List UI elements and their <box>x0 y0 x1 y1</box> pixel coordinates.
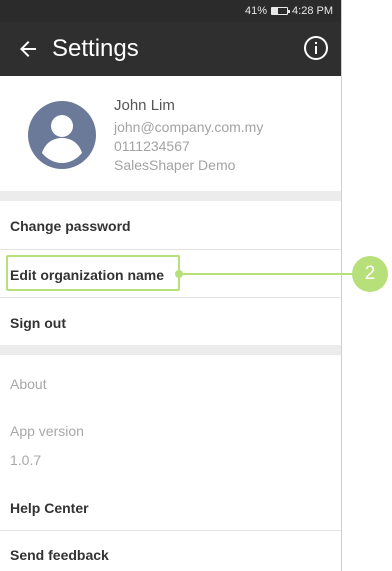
help-center-item[interactable]: Help Center <box>0 484 341 530</box>
app-version-label: App version <box>10 423 84 439</box>
callout-line <box>179 273 354 275</box>
battery-icon <box>271 7 291 15</box>
battery-fill <box>272 8 279 14</box>
app-version-value: 1.0.7 <box>10 452 42 468</box>
highlight-box <box>6 255 180 291</box>
back-arrow-icon[interactable] <box>16 37 40 61</box>
app-toolbar: Settings <box>0 22 341 76</box>
info-icon[interactable] <box>303 35 329 61</box>
send-feedback-item[interactable]: Send feedback <box>0 531 341 571</box>
sign-out-label: Sign out <box>10 315 66 331</box>
profile-organization: SalesShaper Demo <box>114 157 236 173</box>
profile-card: John Lim john@company.com.my 0111234567 … <box>0 76 341 191</box>
change-password-label: Change password <box>10 218 131 234</box>
section-separator <box>0 345 341 355</box>
status-bar: 41% 4:28 PM <box>0 0 341 22</box>
page-title: Settings <box>52 35 139 62</box>
profile-email: john@company.com.my <box>114 119 264 135</box>
callout-dot <box>175 270 183 278</box>
section-separator <box>0 191 341 201</box>
avatar <box>28 101 96 169</box>
send-feedback-label: Send feedback <box>10 547 109 563</box>
about-heading: About <box>10 376 47 392</box>
help-center-label: Help Center <box>10 500 89 516</box>
callout-badge: 2 <box>352 256 388 292</box>
profile-phone: 0111234567 <box>114 138 190 154</box>
status-indicators: 41% 4:28 PM <box>245 5 333 17</box>
clock: 4:28 PM <box>292 5 333 17</box>
battery-percent: 41% <box>245 5 268 17</box>
sign-out-item[interactable]: Sign out <box>0 298 341 345</box>
profile-name: John Lim <box>114 97 175 114</box>
change-password-item[interactable]: Change password <box>0 201 341 249</box>
